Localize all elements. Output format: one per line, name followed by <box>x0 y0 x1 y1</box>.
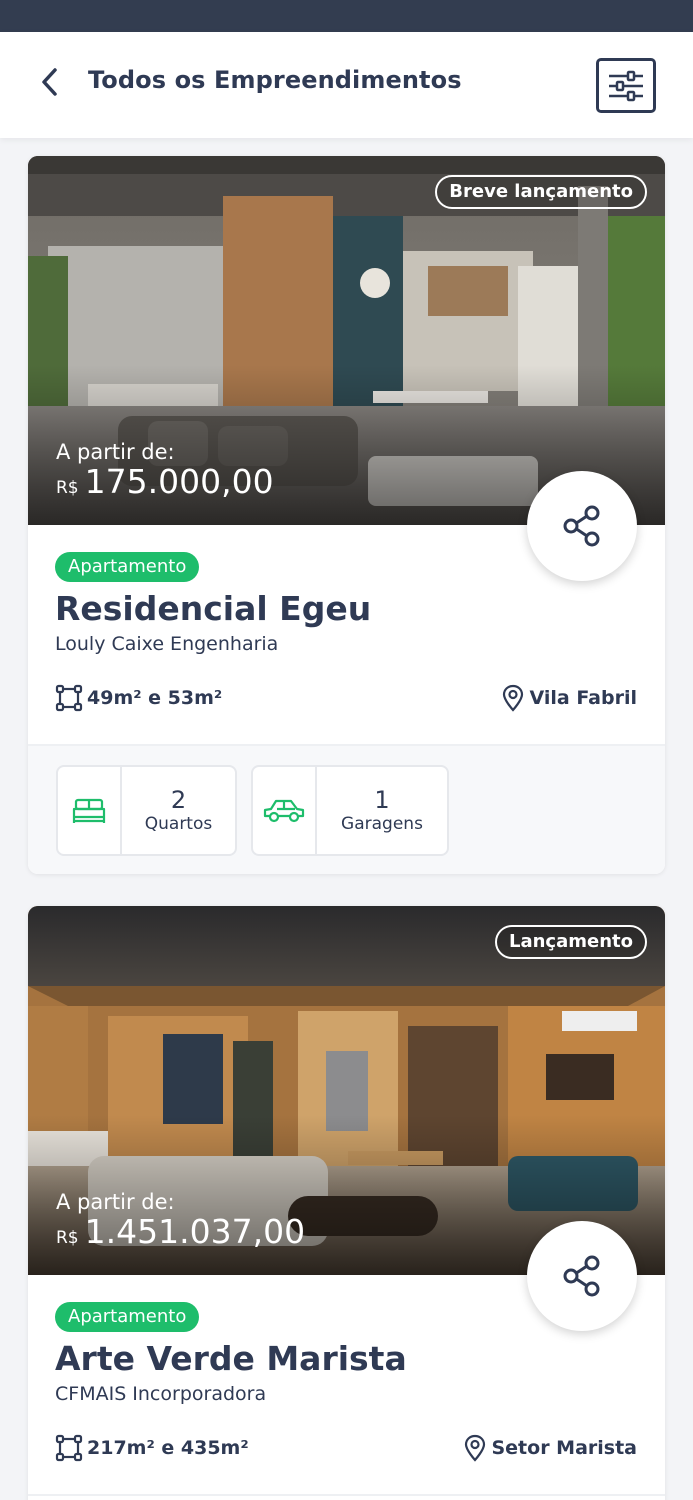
status-badge: Lançamento <box>495 925 647 959</box>
price-label: A partir de: <box>56 1190 175 1214</box>
filter-button[interactable] <box>596 58 656 113</box>
area-text: 217m² e 435m² <box>87 1437 249 1459</box>
listing-photo[interactable]: Lançamento A partir de: R$ 1.451.037,00 <box>28 906 665 1275</box>
location-info: Vila Fabril <box>502 684 637 712</box>
price-currency: R$ <box>56 1228 79 1248</box>
property-type-chip: Apartamento <box>55 1302 200 1332</box>
feature-bedrooms: 2 Quartos <box>56 765 237 856</box>
area-icon <box>55 684 83 712</box>
area-info: 217m² e 435m² <box>55 1434 249 1462</box>
app-header: Todos os Empreendimentos <box>0 32 693 138</box>
developer-name: Louly Caixe Engenharia <box>55 633 279 655</box>
location-text: Setor Marista <box>491 1437 637 1459</box>
property-name[interactable]: Arte Verde Marista <box>55 1339 407 1378</box>
price-currency: R$ <box>56 478 79 498</box>
listing-card[interactable]: Breve lançamento A partir de: R$ 175.000… <box>28 156 665 874</box>
price-label: A partir de: <box>56 440 175 464</box>
bed-icon <box>72 798 106 823</box>
share-icon <box>563 1255 600 1297</box>
location-info: Setor Marista <box>464 1434 637 1462</box>
location-pin-icon <box>503 684 524 712</box>
sliders-icon <box>609 70 643 101</box>
price-value: 1.451.037,00 <box>84 1212 306 1251</box>
chevron-left-icon <box>42 68 57 96</box>
share-icon <box>563 505 600 547</box>
garages-label: Garagens <box>341 813 423 834</box>
property-name[interactable]: Residencial Egeu <box>55 589 371 628</box>
price: R$ 1.451.037,00 <box>56 1212 305 1251</box>
bedrooms-count: 2 <box>170 785 187 814</box>
share-button[interactable] <box>527 471 637 581</box>
property-type-chip: Apartamento <box>55 552 200 582</box>
divider <box>28 1494 665 1496</box>
listing-photo[interactable]: Breve lançamento A partir de: R$ 175.000… <box>28 156 665 525</box>
area-icon <box>55 1434 83 1462</box>
status-bar <box>0 0 693 32</box>
location-pin-icon <box>465 1434 486 1462</box>
back-button[interactable] <box>30 62 70 102</box>
page-title: Todos os Empreendimentos <box>88 66 462 94</box>
status-badge: Breve lançamento <box>435 175 647 209</box>
area-info: 49m² e 53m² <box>55 684 222 712</box>
feature-garages: 1 Garagens <box>251 765 449 856</box>
bedrooms-label: Quartos <box>144 813 213 834</box>
listing-card[interactable]: Lançamento A partir de: R$ 1.451.037,00 … <box>28 906 665 1500</box>
car-icon <box>263 799 305 822</box>
price: R$ 175.000,00 <box>56 462 274 501</box>
share-button[interactable] <box>527 1221 637 1331</box>
features-row: 2 Quartos 1 Garagens <box>28 746 665 874</box>
price-value: 175.000,00 <box>84 462 274 501</box>
developer-name: CFMAIS Incorporadora <box>55 1383 267 1405</box>
location-text: Vila Fabril <box>529 687 637 709</box>
area-text: 49m² e 53m² <box>87 687 223 709</box>
garages-count: 1 <box>374 785 390 814</box>
